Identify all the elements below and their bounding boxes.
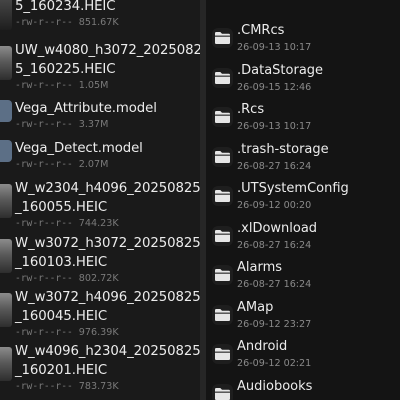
file-meta: -rw-r--r-- 851.67K [15,17,119,28]
image-thumbnail [0,293,12,327]
file-row[interactable]: Vega_Attribute.model -rw-r--r-- 3.37M [0,96,200,134]
file-meta: -rw-r--r-- 744.23K [15,218,119,229]
right-folder-pane: .CMRcs 26-09-13 10:17 .DataStorage 26-09-15… [206,0,400,400]
folder-icon [212,344,233,364]
folder-row[interactable]: Android 26-09-12 02:21 [206,333,400,372]
folder-icon [212,383,233,400]
file-row[interactable]: 5_160234.HEIC -rw-r--r-- 851.67K [0,0,200,32]
folder-date: 26-09-12 23:27 [237,318,312,330]
file-permissions: -rw-r--r-- [15,381,73,392]
folder-icon [212,146,233,167]
file-name: W_w4096_h2304_20250825 [15,344,200,359]
file-meta: -rw-r--r-- 1.05M [15,80,108,91]
file-meta: -rw-r--r-- 976.39K [15,327,119,338]
file-name: W_w3072_h4096_20250825 [15,290,200,305]
file-permissions: -rw-r--r-- [15,327,73,338]
folder-name: .trash-storage [237,141,329,157]
folder-icon [212,28,233,48]
file-permissions: -rw-r--r-- [15,17,73,28]
file-permissions: -rw-r--r-- [15,119,73,130]
file-name: W_w2304_h4096_20250825 [15,181,200,196]
image-thumbnail [0,239,12,273]
folder-date: 26-09-13 10:17 [237,42,312,53]
file-size: 2.07M [78,159,109,170]
file-row[interactable]: Vega_Detect.model -rw-r--r-- 2.07M [0,136,200,174]
folder-row[interactable]: .trash-storage 26-08-27 16:24 [206,136,400,175]
file-row[interactable]: W_w3072_h3072_20250825 _160103.HEIC -rw-r-… [0,231,200,284]
file-meta: -rw-r--r-- 2.07M [15,159,108,170]
image-thumbnail [0,46,12,80]
folder-icon [212,304,233,325]
file-size: 3.37M [78,119,109,130]
file-row[interactable]: W_w4096_h2304_20250825 _160201.HEIC -rw-r-… [0,339,200,392]
folder-name: .xlDownload [237,220,318,236]
file-name: Vega_Detect.model [15,141,143,156]
folder-name: .UTSystemConfig [237,181,349,196]
folder-name: Android [237,339,288,354]
folder-date: 26-08-27 16:24 [237,239,312,251]
file-name: _160045.HEIC [15,309,108,324]
file-permissions: -rw-r--r-- [15,159,73,170]
folder-row[interactable]: Audiobooks [206,373,400,400]
folder-date: 26-09-12 02:21 [237,358,312,369]
model-file-icon [0,100,12,122]
file-meta: -rw-r--r-- 783.73K [15,381,119,392]
file-name: _160103.HEIC [15,255,108,270]
file-name: Vega_Attribute.model [15,101,157,116]
file-row[interactable]: W_w2304_h4096_20250825 _160055.HEIC -rw-r-… [0,176,200,229]
folder-name: Alarms [237,260,283,275]
file-permissions: -rw-r--r-- [15,273,73,284]
file-row[interactable]: W_w3072_h4096_20250825 _160045.HEIC -rw-r-… [0,285,200,338]
folder-icon [212,186,233,206]
folder-row[interactable]: .UTSystemConfig 26-09-12 00:20 [206,175,400,214]
folder-date: 26-08-27 16:24 [237,279,312,290]
left-file-pane: 5_160234.HEIC -rw-r--r-- 851.67K UW_w4080_h… [0,0,200,400]
file-name: UW_w4080_h3072_2025082 [15,43,200,58]
folder-row[interactable]: Alarms 26-08-27 16:24 [206,254,400,293]
folder-name: Audiobooks [237,378,313,394]
file-permissions: -rw-r--r-- [15,218,73,229]
folder-name: .CMRcs [237,23,285,38]
folder-name: .Rcs [237,102,265,117]
file-permissions: -rw-r--r-- [15,80,73,91]
image-thumbnail [0,0,12,30]
file-name: _160201.HEIC [15,363,108,378]
file-row[interactable]: UW_w4080_h3072_2025082 5_160225.HEIC -rw-r… [0,38,200,91]
file-name: W_w3072_h3072_20250825 [15,236,200,251]
folder-date: 26-08-27 16:24 [237,160,312,172]
folder-row[interactable]: .CMRcs 26-09-13 10:17 [206,17,400,56]
file-name: 5_160234.HEIC [15,0,116,14]
file-meta: -rw-r--r-- 802.72K [15,273,119,284]
folder-icon [212,265,233,285]
folder-icon [212,107,233,127]
folder-date: 26-09-15 12:46 [237,81,312,93]
image-thumbnail [0,184,12,218]
file-size: 783.73K [78,381,119,392]
file-size: 976.39K [78,327,119,338]
folder-name: AMap [237,299,274,315]
folder-date: 26-09-13 10:17 [237,121,312,132]
file-name: 5_160225.HEIC [15,62,116,77]
file-size: 744.23K [78,218,119,229]
file-meta: -rw-r--r-- 3.37M [15,119,108,130]
file-size: 1.05M [78,80,109,91]
image-thumbnail [0,347,12,381]
file-size: 802.72K [78,273,119,284]
folder-icon [212,67,233,88]
folder-row[interactable]: AMap 26-09-12 23:27 [206,294,400,333]
folder-name: .DataStorage [237,62,324,78]
folder-row[interactable]: .DataStorage 26-09-15 12:46 [206,57,400,96]
folder-date: 26-09-12 00:20 [237,200,312,211]
file-name: _160055.HEIC [15,200,108,215]
folder-row[interactable]: .xlDownload 26-08-27 16:24 [206,215,400,254]
model-file-icon [0,140,12,162]
folder-icon [212,225,233,246]
file-size: 851.67K [78,17,119,28]
folder-row[interactable]: .Rcs 26-09-13 10:17 [206,96,400,135]
